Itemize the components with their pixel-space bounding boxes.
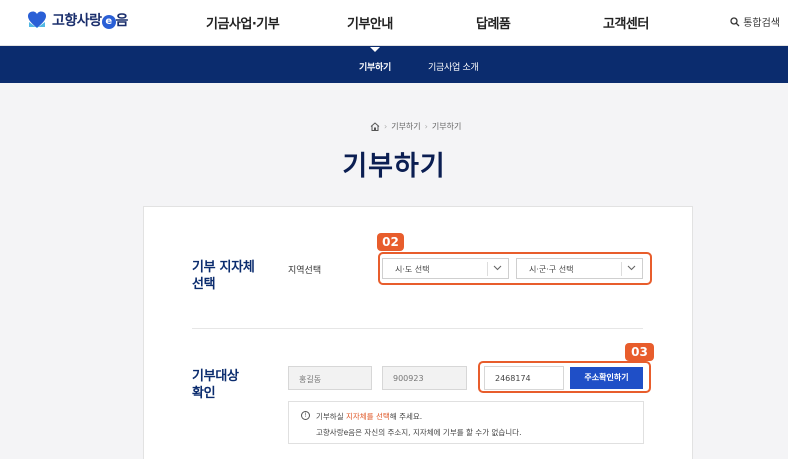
name-field: 홍길동 xyxy=(288,366,372,390)
breadcrumb: › 기부하기 › 기부하기 xyxy=(370,121,461,132)
confirm-highlight-box xyxy=(478,361,651,393)
top-header: 고향사랑 e 음 기금사업·기부 기부안내 답례품 고객센터 통합검색 xyxy=(0,0,788,46)
nav-gifts[interactable]: 답례품 xyxy=(476,13,511,32)
nav-donation-guide[interactable]: 기부안내 xyxy=(347,13,393,32)
region-step-badge: 02 xyxy=(377,233,404,251)
notice-line-1: 기부하실 지자체를 선택해 주세요. xyxy=(316,412,423,421)
site-logo[interactable]: 고향사랑 e 음 xyxy=(26,10,128,30)
sub-navigation: 기부하기 기금사업 소개 xyxy=(0,46,788,83)
birthdate-field: 900923 xyxy=(382,366,467,390)
heart-logo-icon xyxy=(26,10,48,30)
search-label: 통합검색 xyxy=(743,18,780,29)
region-field-label: 지역선택 xyxy=(288,266,322,276)
search-button[interactable]: 통합검색 xyxy=(730,14,780,29)
section-divider xyxy=(192,328,643,329)
logo-text: 고향사랑 e 음 xyxy=(52,13,128,29)
subnav-fund-intro[interactable]: 기금사업 소개 xyxy=(428,60,479,73)
nav-customer-center[interactable]: 고객센터 xyxy=(603,13,649,32)
search-icon xyxy=(730,16,740,26)
breadcrumb-item[interactable]: 기부하기 xyxy=(391,121,420,132)
breadcrumb-separator: › xyxy=(384,122,388,131)
subnav-donate[interactable]: 기부하기 xyxy=(359,60,391,73)
region-section-title: 기부 지자체 선택 xyxy=(192,260,255,292)
page-title: 기부하기 xyxy=(342,151,446,182)
confirm-section-title: 기부대상 확인 xyxy=(192,369,239,401)
notice-box: ! 기부하실 지자체를 선택해 주세요. 고향사랑e음은 자신의 주소지, 지자… xyxy=(288,401,644,444)
active-caret-icon xyxy=(370,47,380,52)
home-icon[interactable] xyxy=(370,122,380,131)
nav-fund-donation[interactable]: 기금사업·기부 xyxy=(206,13,280,32)
breadcrumb-separator: › xyxy=(424,122,428,131)
breadcrumb-item-current: 기부하기 xyxy=(431,122,462,131)
confirm-step-badge: 03 xyxy=(625,343,654,361)
region-highlight-box xyxy=(378,252,652,285)
notice-line-2: 고향사랑e음은 자신의 주소지, 지자체에 기부를 할 수가 없습니다. xyxy=(316,428,522,437)
info-icon: ! xyxy=(301,411,310,420)
